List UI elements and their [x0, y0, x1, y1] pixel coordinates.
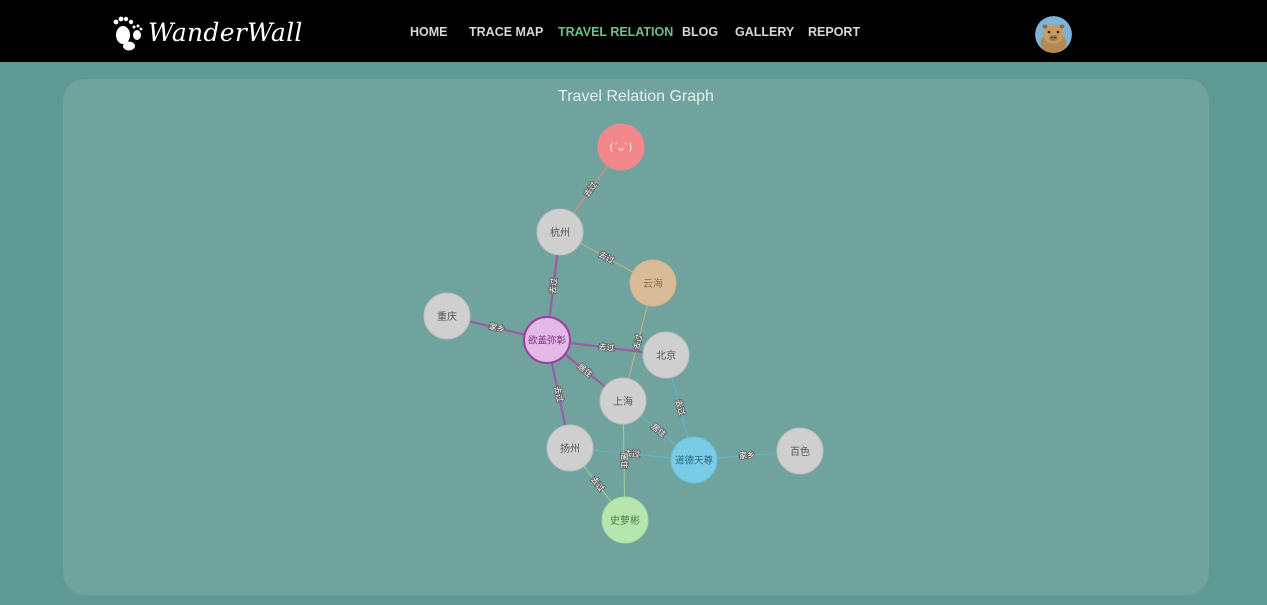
graph-edge-label: 去过	[597, 249, 616, 265]
graph-node-daode[interactable]: 道德天尊	[670, 436, 718, 484]
graph-edge-label: 去过	[589, 474, 607, 493]
footprints-icon	[113, 16, 143, 51]
graph-node-shimeng[interactable]: 史萝彬	[601, 496, 649, 544]
travel-relation-graph[interactable]: 去过去过去过去过家乡去过居住去过去过居住去过 家乡居住去过(ˊᴗˋ)杭州云海重庆欲…	[63, 79, 1209, 595]
graph-node-label: 杭州	[550, 226, 570, 239]
graph-panel: Travel Relation Graph 去过 去过 去过 去过 家乡 去过 居住 去过 去过…	[63, 79, 1209, 595]
graph-edge-label: 居住	[619, 452, 629, 468]
graph-node-hangzhou[interactable]: 杭州	[536, 208, 584, 256]
capybara-avatar-icon	[1035, 16, 1072, 53]
graph-node-label: 重庆	[437, 310, 457, 323]
graph-nodes: (ˊᴗˋ) 杭州云海重庆欲盖弥彰北京上海扬州道德天尊 百色史萝彬	[423, 123, 824, 544]
graph-edges: 去过去过去过去过家乡去过居住去过去过居住去过 家乡居住去过	[446, 146, 801, 521]
nav-gallery[interactable]: GALLERY	[735, 25, 794, 39]
brand-logo[interactable]: WanderWall	[110, 12, 303, 52]
graph-node-chongqing[interactable]: 重庆	[423, 292, 471, 340]
top-navbar: WanderWall HOME TRACE MAP TRAVEL RELATIO…	[0, 0, 1267, 62]
graph-edge-label: 去过	[547, 277, 559, 294]
graph-node-yunhai[interactable]: 云海	[629, 259, 677, 307]
graph-node-top[interactable]: (ˊᴗˋ)	[597, 123, 645, 171]
graph-node-label: 史萝彬	[610, 514, 640, 527]
nav-blog[interactable]: BLOG	[682, 25, 718, 39]
nav-trace-map[interactable]: TRACE MAP	[469, 25, 543, 39]
graph-edge-label: 去过	[552, 385, 565, 403]
graph-node-label: 北京	[656, 349, 676, 362]
graph-node-label: 欲盖弥彰	[528, 335, 567, 347]
graph-node-shanghai[interactable]: 上海	[599, 377, 647, 425]
nav-travel-relation[interactable]: TRAVEL RELATION	[558, 25, 673, 39]
nav-home[interactable]: HOME	[410, 25, 448, 39]
graph-edge-label: 家乡	[488, 321, 506, 334]
graph-node-label: (ˊᴗˋ)	[610, 143, 633, 154]
graph-edge-label: 去过	[631, 333, 645, 351]
graph-node-label: 扬州	[560, 442, 580, 455]
graph-node-center[interactable]: 欲盖弥彰	[523, 316, 571, 364]
brand-name: WanderWall	[148, 17, 303, 47]
graph-node-yangzhou[interactable]: 扬州	[546, 424, 594, 472]
graph-edge-label: 去过	[674, 398, 688, 416]
user-avatar[interactable]	[1035, 16, 1072, 53]
graph-node-label: 云海	[643, 277, 663, 290]
graph-node-label: 上海	[613, 395, 633, 408]
graph-node-label: 百色	[790, 445, 810, 458]
graph-edge-label: 家乡	[739, 449, 756, 460]
graph-edge-label: 去过	[581, 180, 598, 199]
graph-node-beijing[interactable]: 北京	[642, 331, 690, 379]
graph-edge-label: 去过	[598, 341, 615, 353]
graph-node-baise[interactable]: 百色	[776, 427, 824, 475]
graph-node-label: 道德天尊	[675, 455, 714, 467]
nav-report[interactable]: REPORT	[808, 25, 860, 39]
